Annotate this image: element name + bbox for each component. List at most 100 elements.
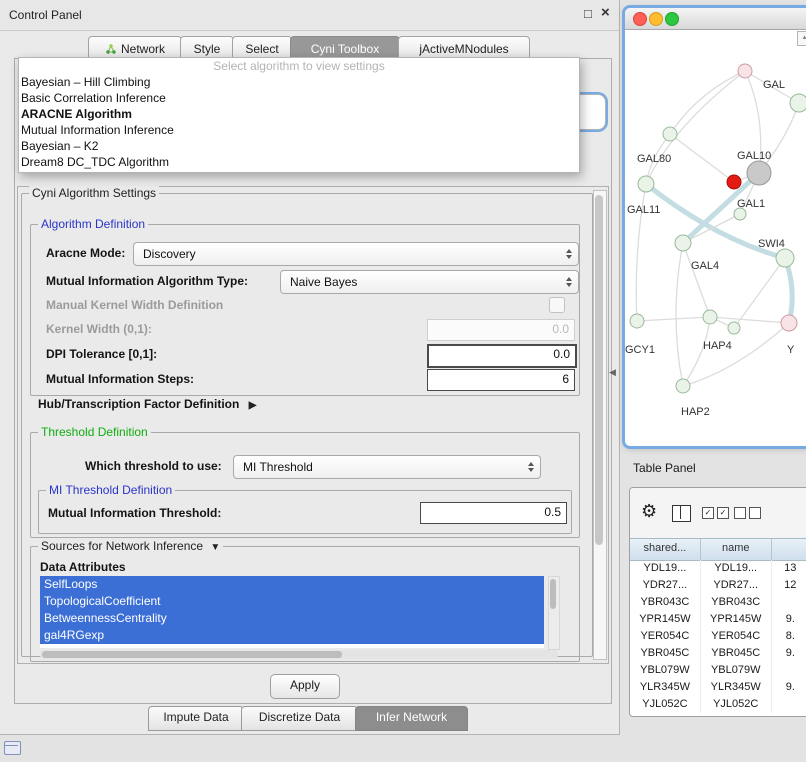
network-node[interactable] <box>630 314 644 328</box>
network-node[interactable] <box>790 94 806 112</box>
network-node-label: GCY1 <box>625 344 655 356</box>
network-node-label: Y <box>787 344 795 356</box>
scrollbar-thumb[interactable] <box>595 195 603 545</box>
attribute-item[interactable]: BetweennessCentrality <box>40 610 544 627</box>
algorithm-option[interactable]: ARACNE Algorithm <box>19 106 579 122</box>
table-cell <box>772 594 806 611</box>
network-edge[interactable] <box>670 134 734 182</box>
table-cell: YJL052C <box>630 696 701 713</box>
network-node[interactable] <box>781 315 797 331</box>
combo-value: MI Threshold <box>243 460 313 474</box>
network-node[interactable] <box>728 322 740 334</box>
network-node[interactable] <box>738 64 752 78</box>
table-cell <box>772 662 806 679</box>
tab-impute-data[interactable]: Impute Data <box>148 706 244 731</box>
scrollbar-thumb[interactable] <box>42 651 342 658</box>
panel-dock-icon[interactable] <box>4 741 21 755</box>
apply-button[interactable]: Apply <box>270 674 340 699</box>
close-icon[interactable]: × <box>601 4 610 21</box>
network-edge[interactable] <box>676 243 683 386</box>
table-row[interactable]: YBR045CYBR045C9. <box>630 645 806 662</box>
aracne-mode-select[interactable]: Discovery <box>133 242 579 266</box>
manual-kernel-checkbox[interactable] <box>549 297 565 313</box>
network-node[interactable] <box>675 235 691 251</box>
tab-infer-network[interactable]: Infer Network <box>355 706 468 731</box>
network-scroll-button[interactable]: ▴ <box>797 31 806 46</box>
algorithm-option[interactable]: Bayesian – Hill Climbing <box>19 74 579 90</box>
mi-type-select[interactable]: Naive Bayes <box>280 270 579 294</box>
network-node[interactable] <box>703 310 717 324</box>
table-row[interactable]: YER054CYER054C8. <box>630 628 806 645</box>
algorithm-option[interactable]: Bayesian – K2 <box>19 138 579 154</box>
splitter-collapse-icon[interactable]: ◀ <box>609 367 616 378</box>
hub-section-label: Hub/Transcription Factor Definition <box>38 397 239 411</box>
algorithm-popup-placeholder: Select algorithm to view settings <box>19 58 579 74</box>
table-cell: YDR27... <box>701 577 772 594</box>
table-row[interactable]: YLR345WYLR345W9. <box>630 679 806 696</box>
combo-arrows-icon <box>566 249 572 259</box>
network-edge[interactable] <box>637 317 710 321</box>
hub-section-toggle[interactable]: Hub/Transcription Factor Definition ▶ <box>38 397 256 411</box>
table-cell: 9. <box>772 645 806 662</box>
network-node[interactable] <box>727 175 741 189</box>
select-all-icon[interactable]: ✓ ✓ <box>702 507 729 519</box>
table-row[interactable]: YDL19...YDL19...13 <box>630 560 806 577</box>
network-edge[interactable] <box>734 258 785 328</box>
cyni-settings-group-title: Cyni Algorithm Settings <box>29 186 159 200</box>
control-panel-titlebar: Control Panel □ × <box>0 0 619 31</box>
expanded-arrow-icon: ▼ <box>210 542 220 553</box>
column-header[interactable] <box>772 539 806 560</box>
dpi-tolerance-input[interactable]: 0.0 <box>427 344 577 368</box>
mi-threshold-input[interactable]: 0.5 <box>420 502 567 524</box>
attribute-item[interactable]: gal4RGexp <box>40 627 544 644</box>
which-threshold-select[interactable]: MI Threshold <box>233 455 541 479</box>
network-edge[interactable] <box>785 258 792 323</box>
mi-threshold-group-title: MI Threshold Definition <box>46 483 175 497</box>
scrollbar-thumb[interactable] <box>550 579 556 609</box>
network-edge[interactable] <box>683 243 710 317</box>
attribute-item[interactable]: TopologicalCoefficient <box>40 593 544 610</box>
data-attributes-list[interactable]: SelfLoopsTopologicalCoefficientBetweenne… <box>40 576 544 648</box>
table-cell: YBR045C <box>630 645 701 662</box>
minimize-traffic-light-icon[interactable] <box>649 12 663 26</box>
attribute-item[interactable]: SelfLoops <box>40 576 544 593</box>
network-node[interactable] <box>638 176 654 192</box>
column-header[interactable]: shared... <box>630 539 701 560</box>
settings-vertical-scrollbar[interactable] <box>593 190 607 660</box>
network-node[interactable] <box>747 161 771 185</box>
network-node[interactable] <box>663 127 677 141</box>
float-window-icon[interactable]: □ <box>584 6 592 21</box>
close-traffic-light-icon[interactable] <box>633 12 647 26</box>
column-header[interactable]: name <box>701 539 772 560</box>
table-cell: YDR27... <box>630 577 701 594</box>
table-row[interactable]: YDR27...YDR27...12 <box>630 577 806 594</box>
kernel-width-input[interactable]: 0.0 <box>427 319 575 341</box>
algorithm-option[interactable]: Dream8 DC_TDC Algorithm <box>19 154 579 170</box>
attributes-horizontal-scrollbar[interactable] <box>40 650 558 659</box>
table-row[interactable]: YBL079WYBL079W <box>630 662 806 679</box>
panel-title: Control Panel <box>9 0 82 30</box>
table-row[interactable]: YJL052CYJL052C <box>630 696 806 713</box>
sources-section-toggle[interactable]: Sources for Network Inference ▼ <box>38 539 223 553</box>
network-view-window[interactable]: GALGAL80GAL10GAL11GAL1SWI4GAL4GCY1HAP4YH… <box>625 8 806 446</box>
network-node[interactable] <box>776 249 794 267</box>
mi-steps-input[interactable]: 6 <box>427 369 575 391</box>
desktop: Control Panel □ × Network Style Select C… <box>0 0 806 762</box>
dpi-tolerance-label: DPI Tolerance [0,1]: <box>46 347 157 361</box>
gear-icon[interactable]: ⚙ <box>641 501 657 521</box>
table-cell: YBR043C <box>630 594 701 611</box>
table-panel-title: Table Panel <box>633 461 696 475</box>
zoom-traffic-light-icon[interactable] <box>665 12 679 26</box>
network-node[interactable] <box>676 379 690 393</box>
algorithm-option[interactable]: Basic Correlation Inference <box>19 90 579 106</box>
table-row[interactable]: YPR145WYPR145W9. <box>630 611 806 628</box>
network-graph[interactable]: GALGAL80GAL10GAL11GAL1SWI4GAL4GCY1HAP4YH… <box>625 29 806 446</box>
attributes-vertical-scrollbar[interactable] <box>548 576 560 650</box>
columns-icon[interactable] <box>672 505 691 522</box>
network-edge[interactable] <box>646 71 745 184</box>
manual-kernel-label: Manual Kernel Width Definition <box>46 298 223 312</box>
tab-discretize-data[interactable]: Discretize Data <box>241 706 358 731</box>
deselect-all-icon[interactable] <box>734 507 761 519</box>
algorithm-option[interactable]: Mutual Information Inference <box>19 122 579 138</box>
table-row[interactable]: YBR043CYBR043C <box>630 594 806 611</box>
